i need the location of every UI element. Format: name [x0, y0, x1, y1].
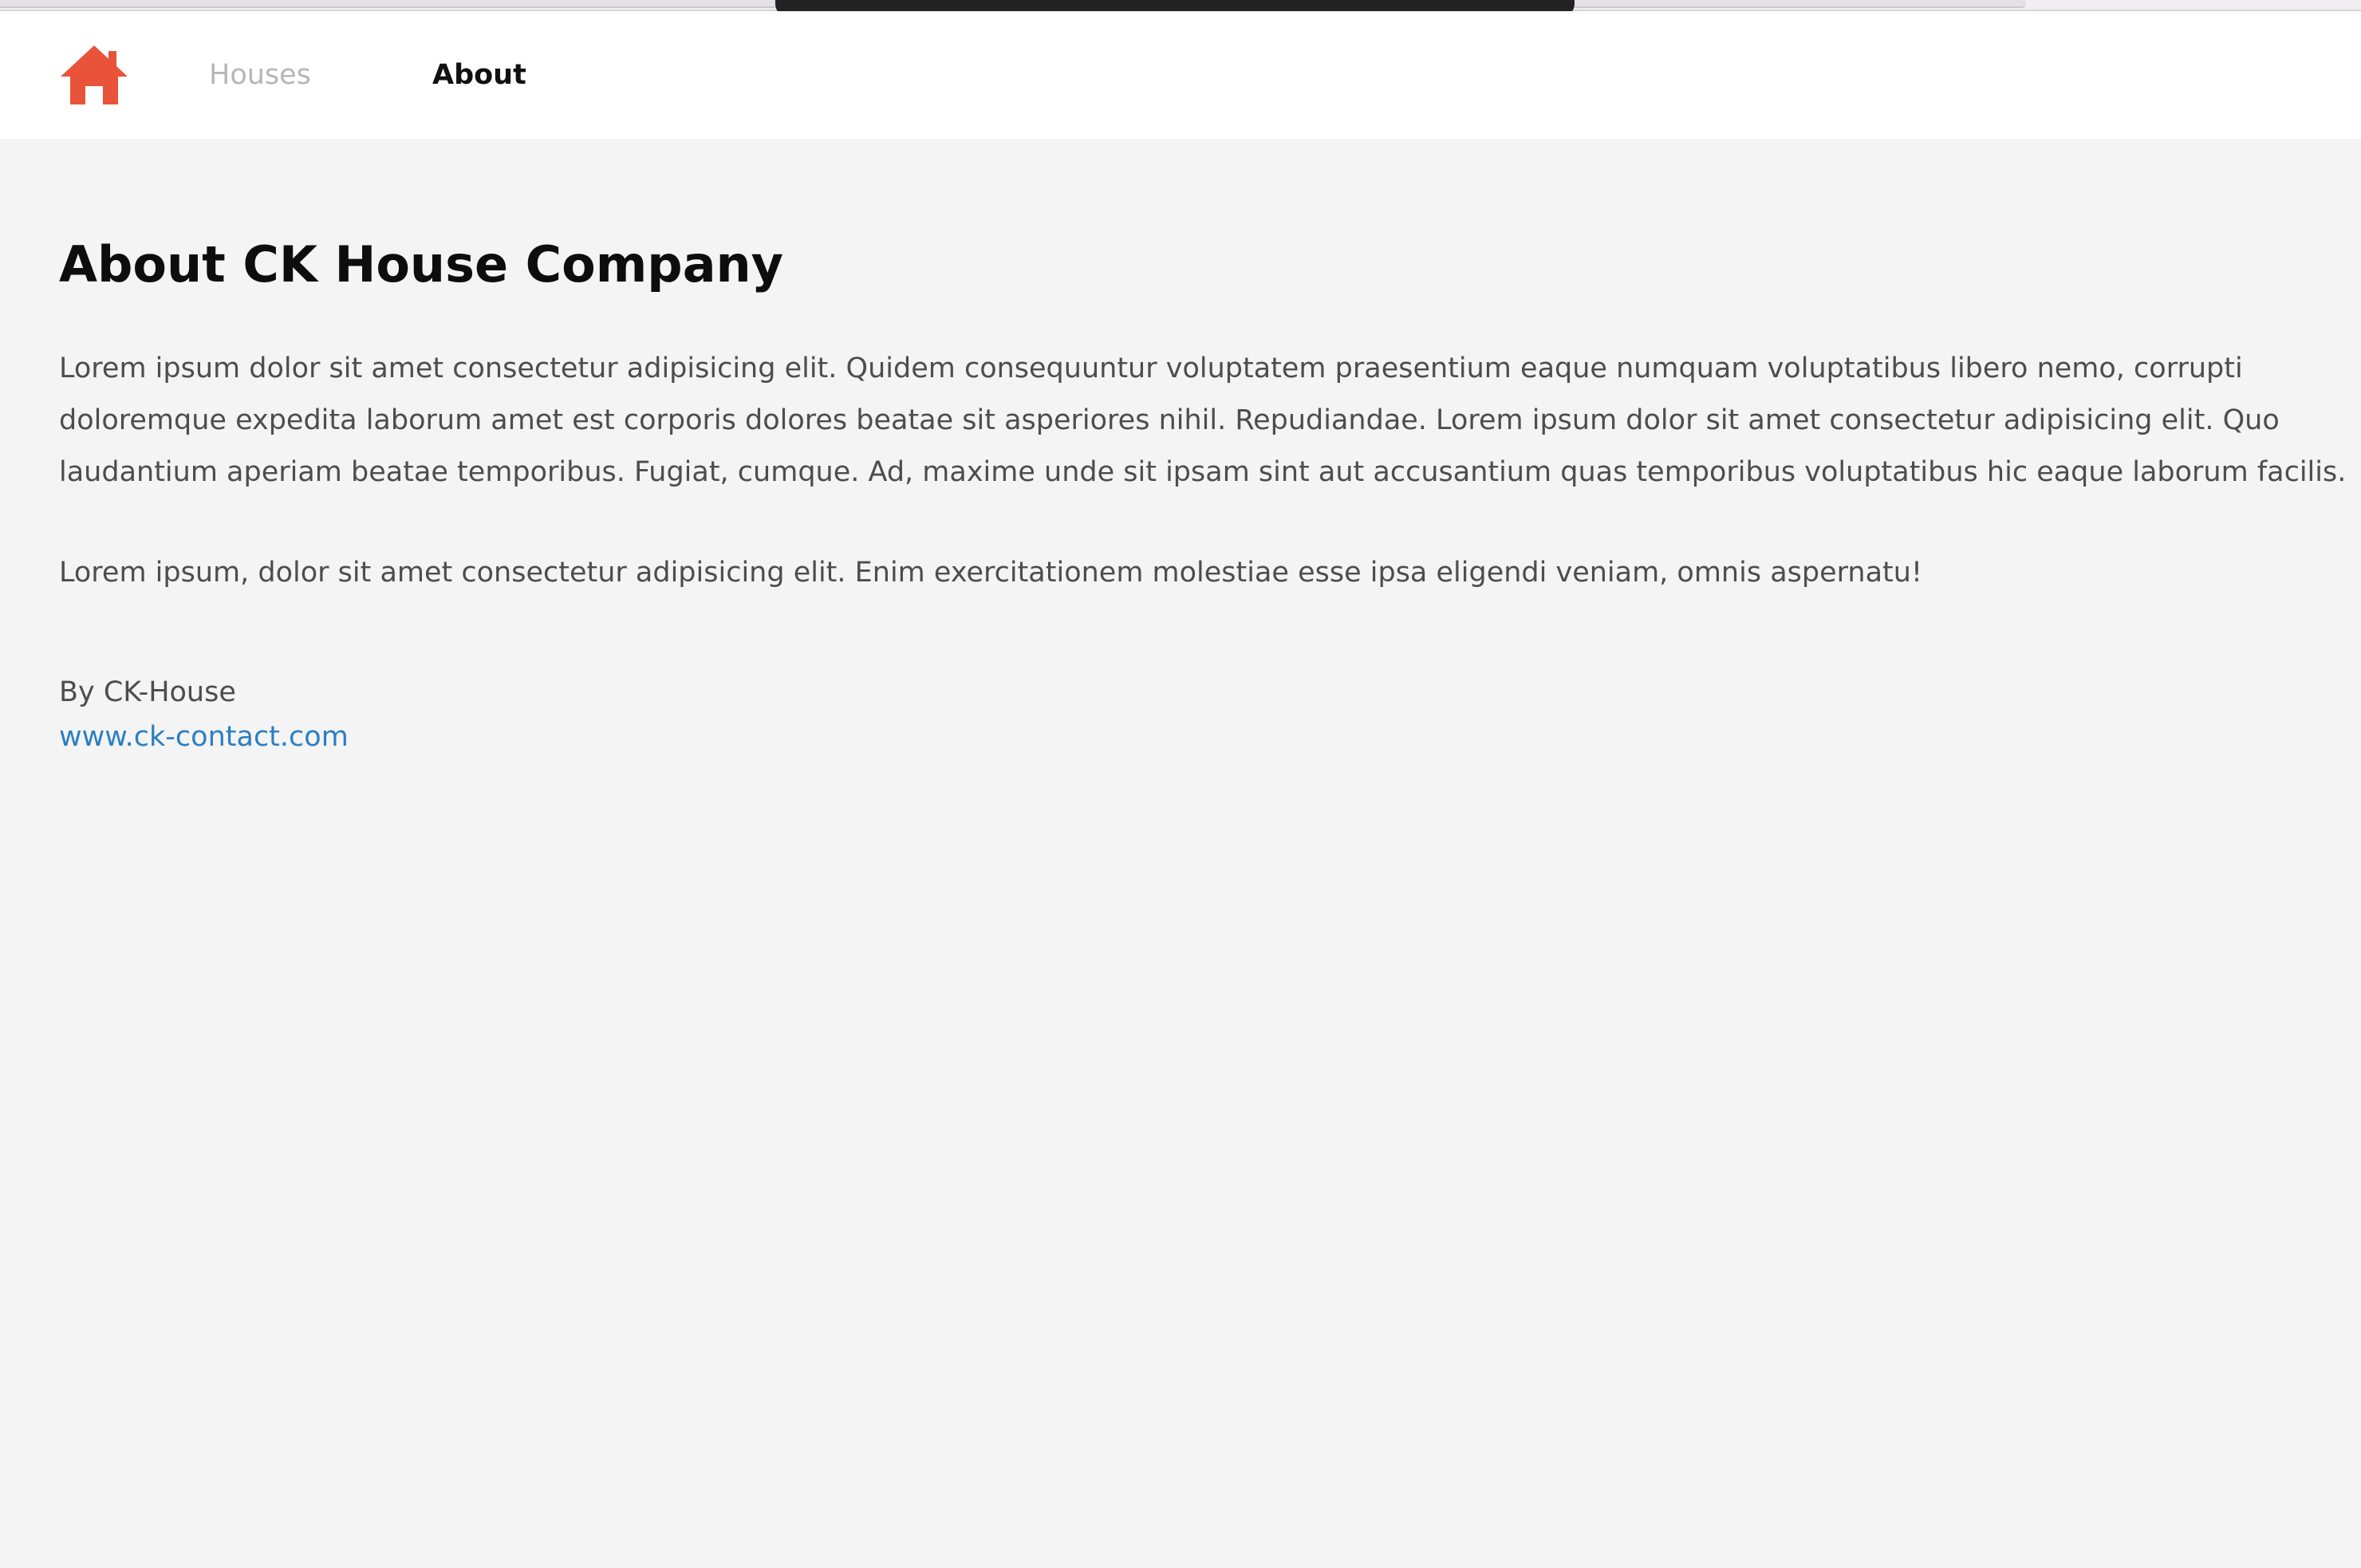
page-title: About CK House Company	[59, 235, 784, 294]
home-link[interactable]	[59, 43, 129, 107]
paragraph-1-line: laudantium aperiam beatae temporibus. Fu…	[59, 456, 2347, 488]
paragraph-2-line: Lorem ipsum, dolor sit amet consectetur …	[59, 557, 1922, 589]
home-icon	[61, 45, 128, 104]
byline: By CK-House	[59, 676, 236, 708]
about-paragraph-2: Lorem ipsum, dolor sit amet consectetur …	[59, 547, 2302, 599]
paragraph-1-line: doloremque expedita laborum amet est cor…	[59, 404, 2280, 436]
about-paragraph-1: Lorem ipsum dolor sit amet consectetur a…	[59, 343, 2347, 498]
nav-about-link[interactable]: About	[432, 54, 526, 96]
nav-houses-link[interactable]: Houses	[209, 54, 311, 96]
paragraph-1-line: Lorem ipsum dolor sit amet consectetur a…	[59, 353, 2243, 384]
top-navbar: Houses About	[0, 11, 2361, 139]
browser-top-strip	[0, 0, 2361, 17]
contact-website-link[interactable]: www.ck-contact.com	[59, 716, 349, 758]
